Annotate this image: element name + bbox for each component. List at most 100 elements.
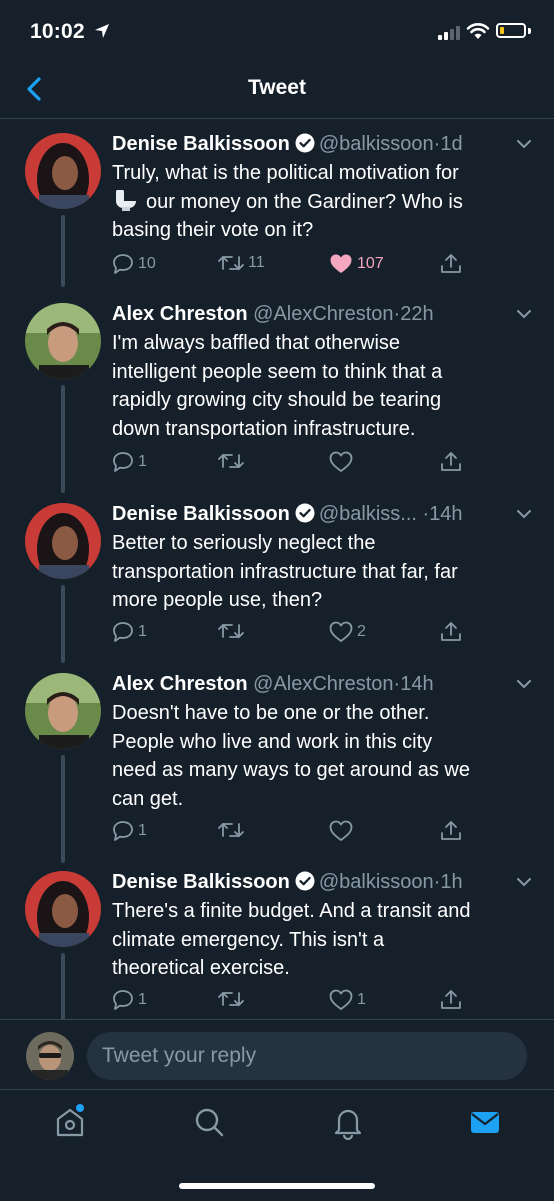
author-handle[interactable]: @AlexChreston <box>253 673 393 695</box>
retweet-count: 11 <box>248 254 265 271</box>
tweet-text: Doesn't have to be one or the other. Peo… <box>112 699 532 813</box>
like-button[interactable]: 1 <box>329 989 366 1011</box>
reply-count: 10 <box>138 255 156 272</box>
share-button[interactable] <box>440 989 462 1011</box>
chevron-down-icon[interactable] <box>516 877 532 887</box>
retweet-button[interactable] <box>218 621 248 641</box>
search-icon <box>195 1108 224 1137</box>
heart-icon <box>329 621 353 642</box>
retweet-button[interactable]: 11 <box>218 253 265 273</box>
share-button[interactable] <box>440 253 462 275</box>
tweet-header: Alex Chreston @AlexChreston·22h <box>112 301 514 327</box>
share-button[interactable] <box>440 621 462 643</box>
author-name[interactable]: Alex Chreston <box>112 303 248 325</box>
reply-icon <box>113 990 133 1010</box>
tweet-text-line: down transportation infrastructure. <box>112 417 416 440</box>
verified-badge-icon <box>295 133 315 153</box>
like-button[interactable] <box>329 451 357 473</box>
tweet-text-line: more people use, then? <box>112 589 323 611</box>
author-handle[interactable]: @AlexChreston <box>253 303 393 325</box>
tweet-text: Better to seriously neglect the transpor… <box>112 529 532 615</box>
share-icon <box>441 254 461 273</box>
heart-icon <box>329 451 353 472</box>
author-name[interactable]: Denise Balkissoon <box>112 133 290 155</box>
retweet-icon <box>218 624 244 638</box>
author-handle[interactable]: @balkissoon <box>319 133 434 155</box>
retweet-icon <box>218 256 244 270</box>
reply-icon <box>113 821 133 841</box>
retweet-button[interactable] <box>218 451 248 471</box>
tweet-text-line: rapidly growing city should be tearing <box>112 389 442 411</box>
tab-search[interactable] <box>191 1104 227 1145</box>
reply-button[interactable]: 10 <box>112 253 156 275</box>
tweet-text: There's a finite budget. And a transit a… <box>112 897 532 983</box>
tweet-text: Truly, what is the political motivation … <box>112 159 532 245</box>
chevron-down-icon[interactable] <box>516 509 532 519</box>
tab-home[interactable] <box>52 1104 88 1145</box>
reply-count: 1 <box>138 822 147 839</box>
share-button[interactable] <box>440 820 462 842</box>
chevron-down-icon[interactable] <box>516 309 532 319</box>
tweet-actions: 1 <box>112 820 532 848</box>
reply-button[interactable]: 1 <box>112 820 147 842</box>
like-button[interactable]: 107 <box>329 253 384 275</box>
tweet-text: I'm always baffled that otherwise intell… <box>112 329 532 443</box>
tweet-time: 22h <box>400 303 434 325</box>
reply-bar: Tweet your reply <box>0 1019 554 1090</box>
tab-notifications[interactable] <box>330 1104 366 1145</box>
reply-button[interactable]: 1 <box>112 451 147 473</box>
share-icon <box>441 622 461 641</box>
tweet-text-line: basing their vote on it? <box>112 219 314 241</box>
verified-badge-icon <box>295 871 315 891</box>
status-bar: 10:02 <box>0 0 554 64</box>
user-avatar[interactable] <box>26 1032 74 1080</box>
tweet-thread[interactable]: Denise Balkissoon @balkissoon·1d Truly, w… <box>0 119 554 1019</box>
like-button[interactable]: 2 <box>329 621 366 643</box>
thread-connector-line <box>61 215 65 287</box>
tweet-text-line: transportation infrastructure that far, … <box>112 560 458 583</box>
thread-connector-line <box>61 385 65 493</box>
reply-button[interactable]: 1 <box>112 621 147 643</box>
tab-messages[interactable] <box>467 1104 503 1145</box>
like-count: 107 <box>357 255 384 272</box>
tweet-text-line: Doesn't have to be one or the other. <box>112 702 430 724</box>
page-title: Tweet <box>248 76 306 99</box>
reply-button[interactable]: 1 <box>112 989 147 1011</box>
retweet-icon <box>218 992 244 1006</box>
thread-connector-line <box>61 953 65 1019</box>
author-name[interactable]: Denise Balkissoon <box>112 871 290 893</box>
author-handle[interactable]: @balkissoon <box>319 871 434 893</box>
share-button[interactable] <box>440 451 462 473</box>
avatar[interactable] <box>25 133 101 209</box>
reply-count: 1 <box>138 991 147 1008</box>
avatar[interactable] <box>25 871 101 947</box>
chevron-down-icon[interactable] <box>516 139 532 149</box>
tweet-actions: 1 2 <box>112 621 532 649</box>
avatar[interactable] <box>25 303 101 379</box>
retweet-button[interactable] <box>218 989 248 1009</box>
tweet-text-line: There's a finite budget. And a transit a… <box>112 900 471 922</box>
tweet-text-line: Truly, what is the political motivation … <box>112 162 459 184</box>
avatar[interactable] <box>25 503 101 579</box>
toilet-emoji-icon <box>116 189 136 211</box>
author-name[interactable]: Alex Chreston <box>112 673 248 695</box>
reply-icon <box>113 254 133 274</box>
like-button[interactable] <box>329 820 357 842</box>
cellular-signal-icon <box>438 26 460 40</box>
thread-connector-line <box>61 755 65 863</box>
reply-input[interactable]: Tweet your reply <box>87 1032 527 1080</box>
author-handle[interactable]: @balkiss... <box>319 503 417 525</box>
like-count: 2 <box>357 623 366 640</box>
chevron-down-icon[interactable] <box>516 679 532 689</box>
thread-connector-line <box>61 585 65 663</box>
retweet-button[interactable] <box>218 820 248 840</box>
tweet-text-line: Better to seriously neglect the <box>112 532 376 554</box>
tweet-header: Denise Balkissoon @balkiss... ·14h <box>112 501 514 527</box>
tweet-time: 1d <box>440 133 463 155</box>
share-icon <box>441 990 461 1009</box>
author-name[interactable]: Denise Balkissoon <box>112 503 290 525</box>
retweet-icon <box>218 454 244 468</box>
tweet-text-line: climate emergency. This isn't a <box>112 928 385 951</box>
avatar[interactable] <box>25 673 101 749</box>
verified-badge-icon <box>295 503 315 523</box>
